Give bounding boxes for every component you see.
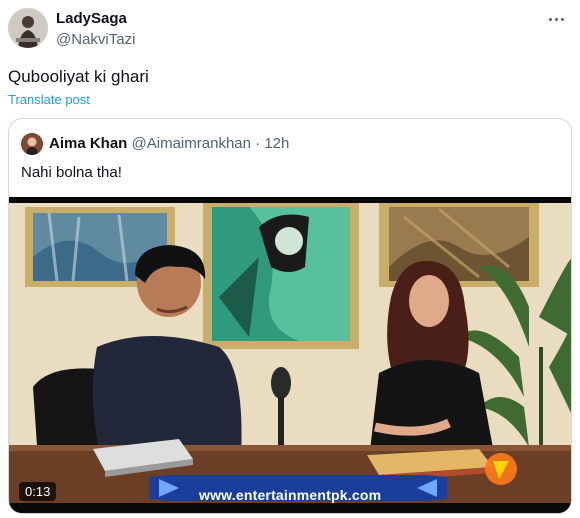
post-text: Qubooliyat ki ghari [8, 67, 149, 86]
more-horizontal-icon [548, 17, 552, 21]
quoted-tweet[interactable]: Aima Khan @Aimaimrankhan · 12h Nahi boln… [8, 118, 572, 514]
video-watermark: www.entertainmentpk.com [199, 487, 382, 503]
quoted-header: Aima Khan @Aimaimrankhan · 12h [49, 135, 289, 152]
video-frame [9, 197, 571, 513]
quoted-timestamp[interactable]: 12h [264, 135, 289, 152]
translate-post-link[interactable]: Translate post [8, 92, 90, 107]
quoted-author-avatar[interactable] [21, 133, 43, 155]
quoted-author-handle[interactable]: @Aimaimrankhan [132, 135, 251, 152]
author-name[interactable]: LadySaga [56, 10, 127, 27]
quoted-text: Nahi bolna tha! [21, 164, 122, 181]
video-player[interactable]: www.entertainmentpk.com 0:13 [9, 197, 571, 513]
author-handle[interactable]: @NakviTazi [56, 31, 135, 48]
author-avatar[interactable] [8, 8, 48, 48]
tweet: LadySaga @NakviTazi Qubooliyat ki ghari … [0, 0, 580, 518]
more-options-button[interactable] [542, 8, 570, 30]
quoted-author-name[interactable]: Aima Khan [49, 135, 127, 152]
separator-dot: · [255, 135, 261, 152]
video-duration: 0:13 [19, 482, 57, 501]
